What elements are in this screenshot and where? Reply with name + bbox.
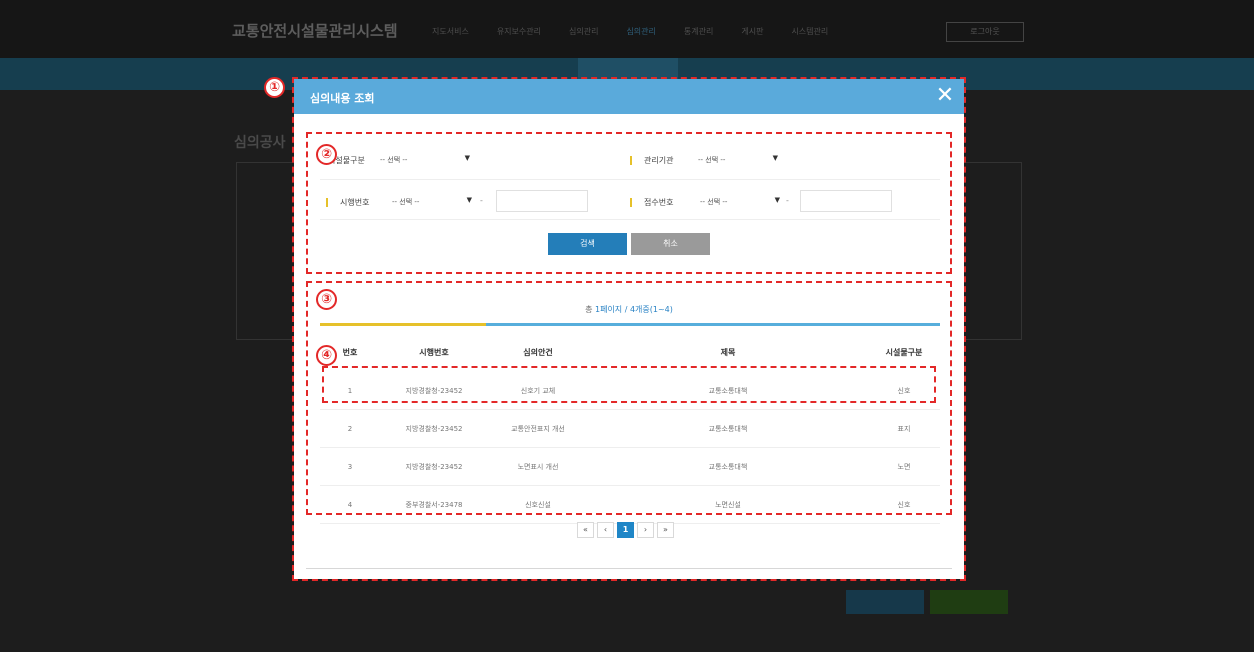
annotation-number-1: ①: [264, 77, 285, 98]
nav-item-statistics[interactable]: 통계관리: [684, 26, 713, 37]
annotation-box-search: [306, 132, 952, 274]
background-primary-button[interactable]: [846, 590, 924, 614]
annotation-number-3: ③: [316, 289, 337, 310]
nav-item-system[interactable]: 시스템관리: [791, 26, 828, 37]
background-secondary-button[interactable]: [930, 590, 1008, 614]
app-header: 교통안전시설물관리시스템 지도서비스 유지보수관리 심의관리 심의관리 통계관리…: [0, 0, 1254, 58]
nav-item-review-active[interactable]: 심의관리: [626, 26, 655, 37]
annotation-box-row: [322, 366, 936, 403]
main-nav: 지도서비스 유지보수관리 심의관리 심의관리 통계관리 게시판 시스템관리: [432, 26, 856, 37]
nav-item-maintenance[interactable]: 유지보수관리: [497, 26, 541, 37]
logout-button[interactable]: 로그아웃: [946, 22, 1024, 42]
nav-item-map[interactable]: 지도서비스: [432, 26, 469, 37]
app-title: 교통안전시설물관리시스템: [232, 22, 398, 40]
nav-item-review[interactable]: 심의관리: [569, 26, 598, 37]
annotation-number-4: ④: [316, 345, 337, 366]
nav-item-board[interactable]: 게시판: [741, 26, 763, 37]
annotation-number-2: ②: [316, 144, 337, 165]
background-page-title: 심의공사: [234, 135, 286, 151]
